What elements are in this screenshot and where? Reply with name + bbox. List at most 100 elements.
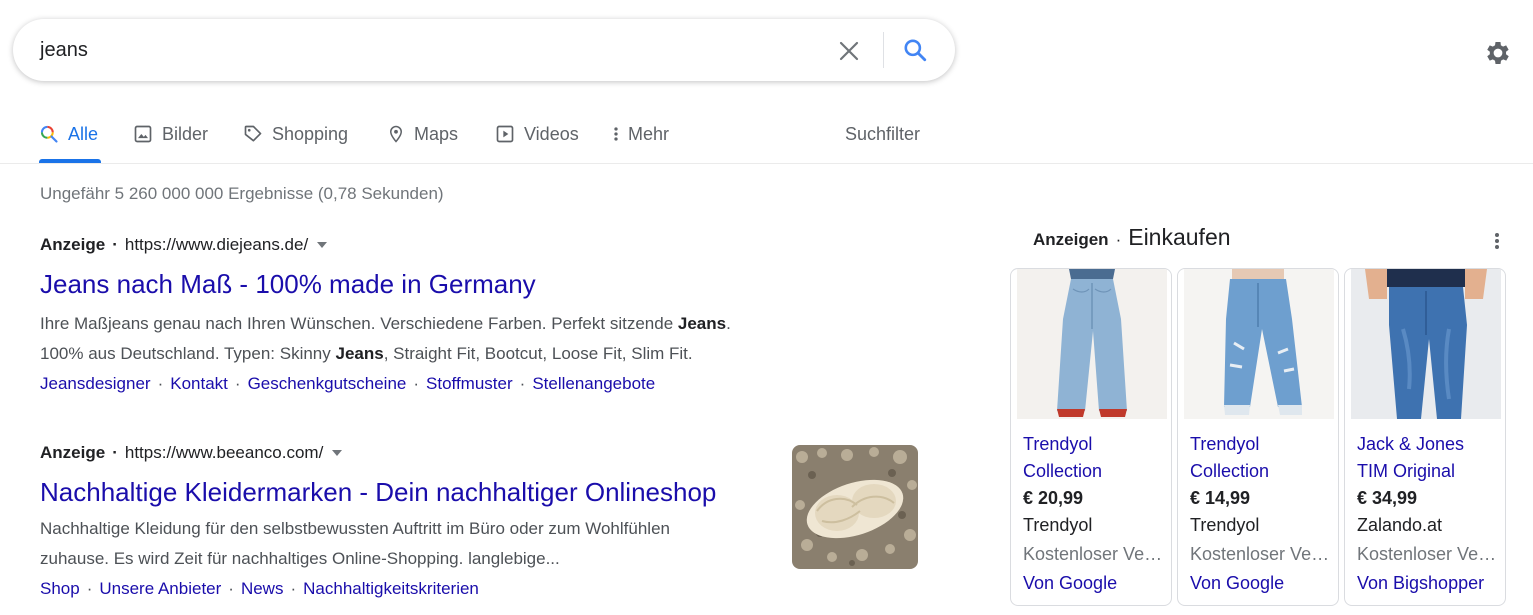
close-icon xyxy=(839,41,859,61)
sitelink-separator: · xyxy=(157,374,164,393)
sitelink[interactable]: Shop xyxy=(40,579,80,598)
ad-description-line: Ihre Maßjeans genau nach Ihren Wünschen.… xyxy=(40,309,731,339)
ad-description-line: zuhause. Es wird Zeit für nachhaltiges O… xyxy=(40,549,560,568)
product-image xyxy=(1017,269,1167,419)
shopping-separator: · xyxy=(1115,230,1122,249)
product-image xyxy=(1351,269,1501,419)
product-price: € 20,99 xyxy=(1023,488,1084,508)
shopping-more-button[interactable] xyxy=(1488,228,1506,254)
tab-images-label: Bilder xyxy=(162,123,209,144)
gear-icon xyxy=(1487,42,1509,64)
ad-url[interactable]: https://www.beeanco.com/ xyxy=(125,443,323,463)
ad-label: Anzeige xyxy=(40,443,106,462)
sitelink-separator: · xyxy=(413,374,420,393)
product-name-line: Jack & Jones xyxy=(1357,434,1465,454)
shopping-title: Einkaufen xyxy=(1128,224,1231,250)
product-name-line: Collection xyxy=(1023,461,1103,481)
product-shipping: Kostenloser Versand xyxy=(1023,544,1163,564)
tab-more-label: Mehr xyxy=(628,123,670,144)
more-vertical-icon xyxy=(1495,233,1499,249)
product-card[interactable]: Trendyol Collection € 14,99 Trendyol Kos… xyxy=(1177,268,1339,606)
product-merchant: Zalando.at xyxy=(1357,515,1443,535)
tab-all-label: Alle xyxy=(68,123,99,144)
ad-description-line: Nachhaltige Kleidung für den selbstbewus… xyxy=(40,519,670,538)
product-name-line: Collection xyxy=(1190,461,1270,481)
ad-desc-text: , Straight Fit, Bootcut, Loose Fit, Slim… xyxy=(383,344,693,363)
product-price: € 34,99 xyxy=(1357,488,1418,508)
search-tools-button[interactable]: Suchfilter xyxy=(845,118,920,150)
shopping-ad-label: Anzeigen xyxy=(1033,230,1109,249)
product-name-line: TIM Original xyxy=(1357,461,1456,481)
product-merchant: Trendyol xyxy=(1023,515,1093,535)
ad-desc-text: Ihre Maßjeans genau nach Ihren Wünschen.… xyxy=(40,314,678,333)
play-icon xyxy=(496,125,514,143)
product-source-link[interactable]: Von Google xyxy=(1190,573,1284,594)
ad-description-line: 100% aus Deutschland. Typen: Skinny Jean… xyxy=(40,339,731,369)
product-name-link[interactable]: Trendyol Collection xyxy=(1190,431,1330,485)
sitelink[interactable]: Geschenkgutscheine xyxy=(248,374,407,393)
product-card[interactable]: Jack & Jones TIM Original € 34,99 Zaland… xyxy=(1344,268,1506,606)
product-name-link[interactable]: Jack & Jones TIM Original xyxy=(1357,431,1497,485)
sitelink-separator: · xyxy=(290,579,297,598)
clear-search-button[interactable] xyxy=(831,33,867,69)
ad-description: Ihre Maßjeans genau nach Ihren Wünschen.… xyxy=(40,309,731,369)
sitelink[interactable]: News xyxy=(241,579,284,598)
product-image xyxy=(1184,269,1334,419)
ad-desc-keyword: Jeans xyxy=(335,344,384,363)
tab-all[interactable]: Alle xyxy=(39,118,98,150)
ad-url[interactable]: https://www.diejeans.de/ xyxy=(125,235,308,255)
sitelink-separator: · xyxy=(86,579,93,598)
tab-images[interactable]: Bilder xyxy=(133,118,208,150)
search-icon xyxy=(904,39,927,62)
sitelink[interactable]: Stoffmuster xyxy=(426,374,513,393)
product-card[interactable]: Trendyol Collection € 20,99 Trendyol Kos… xyxy=(1010,268,1172,606)
search-box-divider xyxy=(883,32,884,68)
map-pin-icon xyxy=(389,125,403,143)
tag-icon xyxy=(244,125,262,142)
ad-desc-keyword: Jeans xyxy=(677,314,727,333)
product-name-line: Trendyol xyxy=(1023,434,1093,454)
search-input[interactable]: jeans xyxy=(40,19,88,81)
more-vertical-icon xyxy=(614,127,618,141)
product-merchant: Trendyol xyxy=(1190,515,1260,535)
caret-down-icon[interactable] xyxy=(317,242,328,248)
sitelink[interactable]: Stellenangebote xyxy=(532,374,655,393)
product-price: € 14,99 xyxy=(1190,488,1251,508)
tab-maps[interactable]: Maps xyxy=(387,118,458,150)
product-source-link[interactable]: Von Bigshopper xyxy=(1357,573,1484,594)
product-name-link[interactable]: Trendyol Collection xyxy=(1023,431,1163,485)
search-button[interactable] xyxy=(895,32,935,68)
search-tools-label: Suchfilter xyxy=(845,123,921,144)
product-shipping: Kostenloser Versand xyxy=(1190,544,1330,564)
tab-more[interactable]: Mehr xyxy=(611,118,669,150)
ad-title-link[interactable]: Nachhaltige Kleidermarken - Dein nachhal… xyxy=(40,477,716,508)
ad-header: Anzeige · https://www.diejeans.de/ xyxy=(40,235,328,255)
sitelink-separator: · xyxy=(234,374,241,393)
ad-label: Anzeige xyxy=(40,235,106,254)
product-shipping: Kostenloser Versand xyxy=(1357,544,1497,564)
settings-button[interactable] xyxy=(1481,36,1515,70)
sitelink[interactable]: Jeansdesigner xyxy=(40,374,151,393)
shopping-header: Anzeigen · Einkaufen xyxy=(1033,224,1231,251)
tab-videos-label: Videos xyxy=(524,123,579,144)
tab-videos[interactable]: Videos xyxy=(495,118,579,150)
image-icon xyxy=(134,125,152,143)
tab-shopping[interactable]: Shopping xyxy=(243,118,348,150)
tab-maps-label: Maps xyxy=(414,123,459,144)
product-source-link[interactable]: Von Google xyxy=(1023,573,1117,594)
ad-header: Anzeige · https://www.beeanco.com/ xyxy=(40,443,343,463)
search-box[interactable]: jeans xyxy=(13,19,955,81)
product-name-line: Trendyol xyxy=(1190,434,1260,454)
sitelink[interactable]: Unsere Anbieter xyxy=(99,579,221,598)
caret-down-icon[interactable] xyxy=(332,450,343,456)
sitelink[interactable]: Nachhaltigkeitskriterien xyxy=(303,579,479,598)
search-icon xyxy=(40,125,58,143)
sitelink-separator: · xyxy=(228,579,234,598)
ad-sitelinks: Shop · Unsere Anbieter · News · Nachhaltigkeit… xyxy=(40,579,479,599)
ad-thumbnail-yarn[interactable] xyxy=(792,445,918,569)
ad-title-link[interactable]: Jeans nach Maß - 100% made in Germany xyxy=(40,269,536,300)
ad-desc-text: 100% aus Deutschland. Typen: Skinny xyxy=(40,344,336,363)
sitelink[interactable]: Kontakt xyxy=(170,374,228,393)
ad-separator: · xyxy=(112,443,118,462)
sitelink-separator: · xyxy=(519,374,526,393)
